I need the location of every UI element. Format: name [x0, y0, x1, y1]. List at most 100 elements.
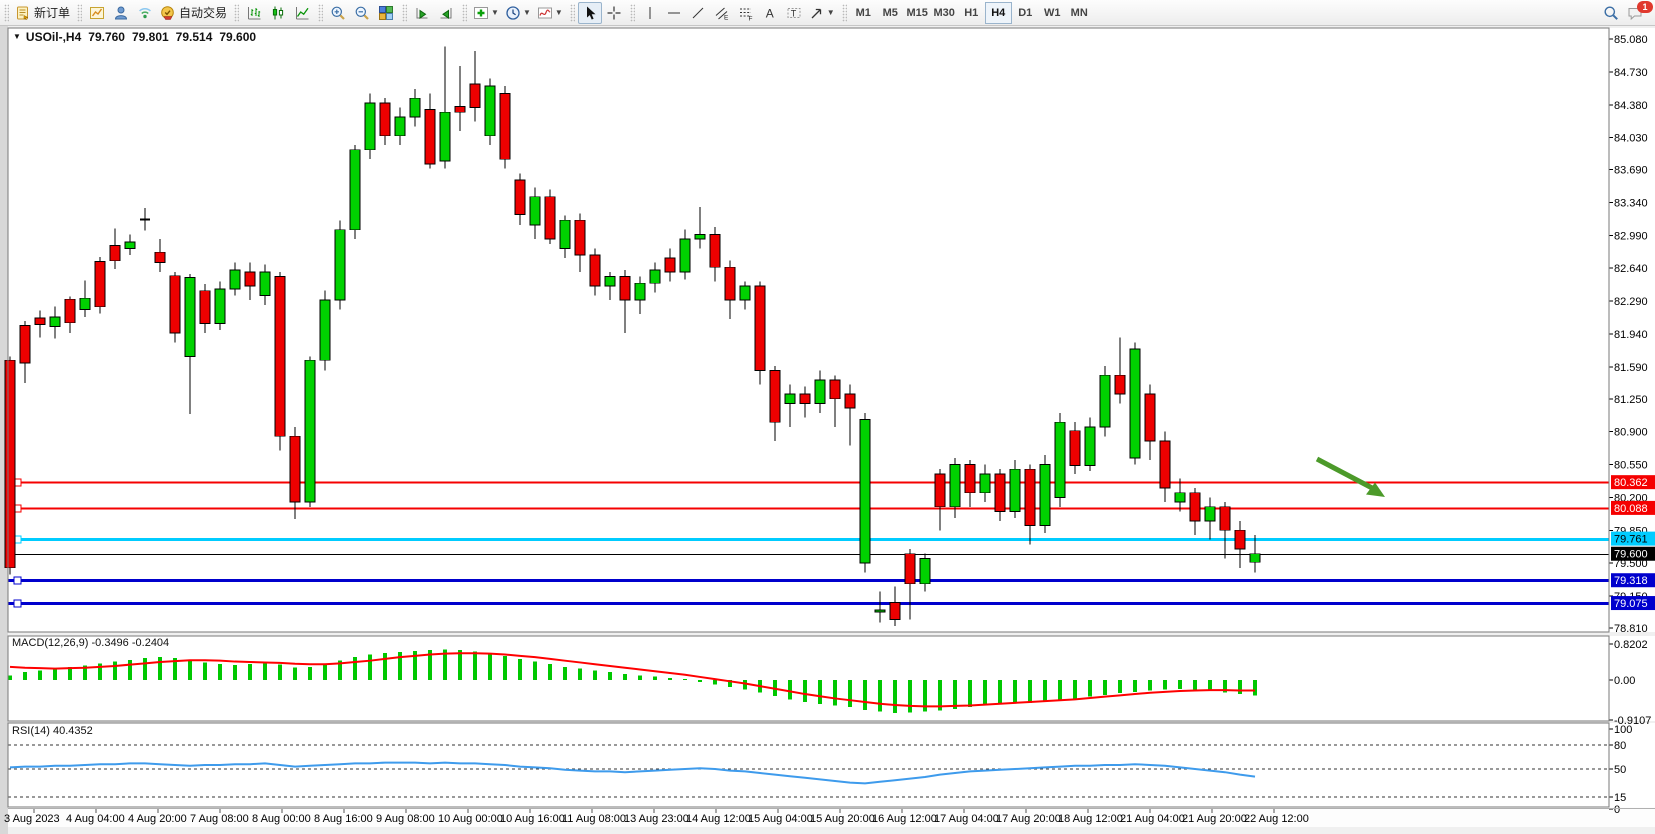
- time-axis-label: 10 Aug 16:00: [500, 813, 565, 825]
- svg-text:15: 15: [1614, 792, 1626, 804]
- chart-canvas[interactable]: 85.08084.73084.38084.03083.69083.34082.9…: [0, 0, 1655, 834]
- chart-shift-icon: [438, 5, 454, 21]
- svg-text:80: 80: [1614, 740, 1626, 752]
- fibonacci-tool-button[interactable]: F: [734, 2, 758, 24]
- symbol-period-label: USOil-,H4: [26, 30, 81, 44]
- chevron-down-icon[interactable]: ▼: [827, 8, 835, 17]
- signals-button[interactable]: [133, 2, 157, 24]
- time-axis-label: 15 Aug 04:00: [748, 813, 813, 825]
- channel-tool-button[interactable]: E: [710, 2, 734, 24]
- svg-text:80.362: 80.362: [1614, 477, 1648, 489]
- rsi-label: RSI(14) 40.4352: [12, 725, 93, 737]
- text-tool-button[interactable]: A: [758, 2, 782, 24]
- svg-text:0.00: 0.00: [1614, 675, 1635, 687]
- timeframe-d1-button[interactable]: D1: [1012, 2, 1039, 24]
- fibonacci-icon: F: [738, 5, 754, 21]
- crosshair-icon: [606, 5, 622, 21]
- add-indicator-button[interactable]: ▼: [470, 2, 502, 24]
- toolbar: 新订单 自动交易 ▼ ▼ ▼ E F A T ▼ M1M5M15M30H1H4D1W1MN 1: [0, 0, 1655, 26]
- zoom-in-icon: [330, 5, 346, 21]
- time-axis-label: 22 Aug 12:00: [1244, 813, 1309, 825]
- notifications-button[interactable]: 1: [1623, 2, 1647, 24]
- svg-text:80.900: 80.900: [1614, 427, 1648, 439]
- chart-window-icon: [89, 5, 105, 21]
- svg-text:83.690: 83.690: [1614, 165, 1648, 177]
- line-chart-icon: [294, 5, 310, 21]
- timeframe-h1-button[interactable]: H1: [958, 2, 985, 24]
- time-axis-label: 3 Aug 2023: [4, 813, 60, 825]
- search-button[interactable]: [1599, 2, 1623, 24]
- vertical-line-tool-button[interactable]: [638, 2, 662, 24]
- new-order-button[interactable]: 新订单: [12, 2, 73, 24]
- tile-windows-button[interactable]: [374, 2, 398, 24]
- timeframe-h4-button[interactable]: H4: [985, 2, 1012, 24]
- search-icon: [1603, 5, 1619, 21]
- line-chart-button[interactable]: [290, 2, 314, 24]
- trendline-icon: [690, 5, 706, 21]
- chart-shift-button[interactable]: [434, 2, 458, 24]
- hline-icon: [666, 5, 682, 21]
- indicators-icon: [473, 5, 489, 21]
- arrows-tool-button[interactable]: ▼: [806, 2, 838, 24]
- toolbar-grip: [402, 4, 407, 22]
- timeframe-m30-button[interactable]: M30: [931, 2, 958, 24]
- rsi-value: 40.4352: [53, 725, 93, 737]
- timeframe-m1-button[interactable]: M1: [850, 2, 877, 24]
- svg-text:79.761: 79.761: [1614, 534, 1648, 546]
- period-menu-button[interactable]: ▼: [502, 2, 534, 24]
- candlestick-chart-button[interactable]: [266, 2, 290, 24]
- time-axis-label: 4 Aug 04:00: [66, 813, 125, 825]
- svg-text:T: T: [791, 8, 797, 18]
- macd-label: MACD(12,26,9) -0.3496 -0.2404: [12, 637, 169, 649]
- autotrade-icon: [160, 5, 176, 21]
- chart-window-button[interactable]: [85, 2, 109, 24]
- signal-icon: [137, 5, 153, 21]
- cursor-tool-button[interactable]: [578, 2, 602, 24]
- svg-text:81.250: 81.250: [1614, 394, 1648, 406]
- shapes-icon: [809, 5, 825, 21]
- crosshair-tool-button[interactable]: [602, 2, 626, 24]
- account-button[interactable]: [109, 2, 133, 24]
- zoom-in-button[interactable]: [326, 2, 350, 24]
- chevron-down-icon[interactable]: ▼: [555, 8, 563, 17]
- bar-chart-button[interactable]: [242, 2, 266, 24]
- svg-text:F: F: [748, 15, 752, 21]
- svg-text:79.318: 79.318: [1614, 575, 1648, 587]
- svg-text:82.640: 82.640: [1614, 263, 1648, 275]
- auto-trading-button-label: 自动交易: [179, 4, 227, 21]
- chevron-down-icon[interactable]: ▼: [491, 8, 499, 17]
- macd-main-value: -0.3496: [91, 637, 128, 649]
- text-icon: A: [762, 5, 778, 21]
- time-axis-label: 14 Aug 12:00: [686, 813, 751, 825]
- toolbar-grip: [570, 4, 575, 22]
- horizontal-line-tool-button[interactable]: [662, 2, 686, 24]
- clock-icon: [505, 5, 521, 21]
- macd-signal-value: -0.2404: [132, 637, 169, 649]
- templates-button[interactable]: ▼: [534, 2, 566, 24]
- time-axis-label: 4 Aug 20:00: [128, 813, 187, 825]
- svg-text:A: A: [766, 6, 774, 20]
- svg-text:78.810: 78.810: [1614, 623, 1648, 635]
- svg-text:81.940: 81.940: [1614, 329, 1648, 341]
- chart-window[interactable]: 85.08084.73084.38084.03083.69083.34082.9…: [0, 25, 1655, 834]
- zoom-out-button[interactable]: [350, 2, 374, 24]
- time-axis-label: 15 Aug 20:00: [810, 813, 875, 825]
- time-axis-label: 8 Aug 00:00: [252, 813, 311, 825]
- symbol-menu-icon[interactable]: ▼: [13, 32, 21, 41]
- line-handle[interactable]: [14, 600, 21, 607]
- label-tool-button[interactable]: T: [782, 2, 806, 24]
- auto-scroll-icon: [414, 5, 430, 21]
- timeframe-w1-button[interactable]: W1: [1039, 2, 1066, 24]
- timeframe-m15-button[interactable]: M15: [904, 2, 931, 24]
- timeframe-m5-button[interactable]: M5: [877, 2, 904, 24]
- tile-windows-icon: [378, 5, 394, 21]
- auto-scroll-button[interactable]: [410, 2, 434, 24]
- trendline-tool-button[interactable]: [686, 2, 710, 24]
- svg-text:84.030: 84.030: [1614, 133, 1648, 145]
- auto-trading-button[interactable]: 自动交易: [157, 2, 230, 24]
- bar-chart-icon: [246, 5, 262, 21]
- chevron-down-icon[interactable]: ▼: [523, 8, 531, 17]
- svg-text:82.290: 82.290: [1614, 296, 1648, 308]
- timeframe-mn-button[interactable]: MN: [1066, 2, 1093, 24]
- line-handle[interactable]: [14, 577, 21, 584]
